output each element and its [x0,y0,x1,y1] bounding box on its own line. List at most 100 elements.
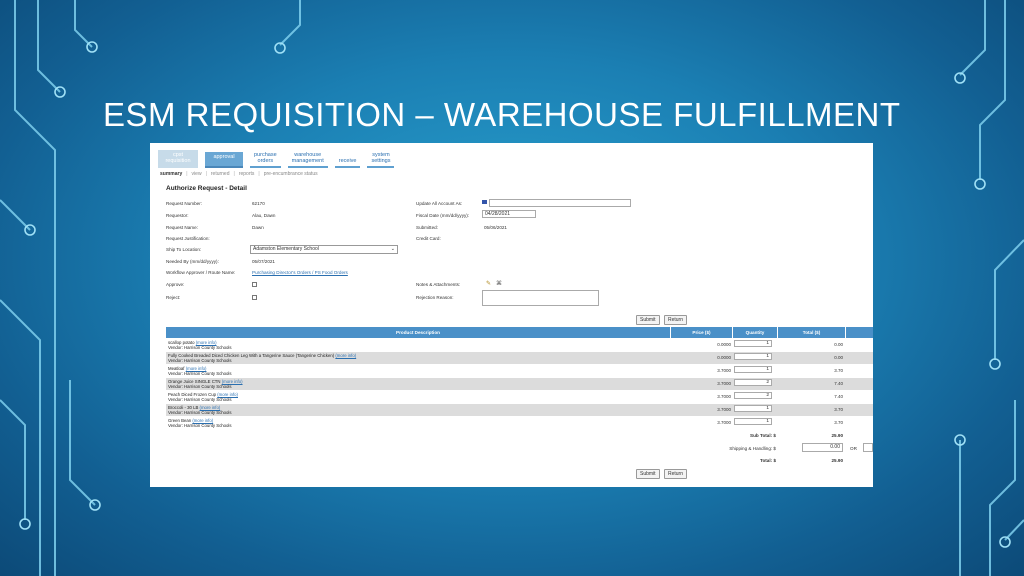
paperclip-icon[interactable]: ⌘ [496,280,502,287]
item-description: Meatloaf (more info) Vendor: Harrison Cou… [168,366,232,376]
item-vendor: Vendor: Harrison County Schools [168,410,232,415]
justification-label: Request Justification: [166,236,210,241]
ship-to-select[interactable]: Adamston Elementary School ⌄ [250,245,398,254]
update-account-input[interactable] [489,199,631,207]
workflow-label: Workflow Approver / Route Name: [166,270,236,275]
workflow-link[interactable]: Purchasing Director's Orders / PS Food O… [252,270,348,275]
credit-card-label: Credit Card: [416,236,441,241]
quantity-input[interactable]: 1 [734,405,772,412]
tab-system-settings[interactable]: system settings [367,150,395,168]
subnav-separator: | [205,171,207,177]
item-description: scallop potato (more info) Vendor: Harris… [168,340,232,350]
item-description: Fully Cooked Breaded Diced Chicken Leg W… [168,353,356,363]
subtab-view[interactable]: view [192,171,202,177]
reject-checkbox[interactable] [252,295,257,300]
item-description: Peach Diced Frozen Cup (more info) Vendor… [168,392,238,402]
needed-by-value: 05/07/2021 [252,259,275,264]
item-vendor: Vendor: Harrison County Schools [168,397,232,402]
item-total: 7.40 [834,394,843,399]
total-value: 25.90 [831,458,844,463]
rejection-reason-textarea[interactable] [482,290,599,306]
quantity-input[interactable]: 1 [734,353,772,360]
shipping-percent-input[interactable] [863,443,873,452]
update-account-label: Update All Account As: [416,201,463,206]
table-row: Green Bean (more info) Vendor: Harrison C… [166,417,873,429]
reject-label: Reject: [166,295,181,300]
subtab-reports[interactable]: reports [239,171,255,177]
total-label: Total: $ [760,458,776,463]
quantity-input[interactable]: 2 [734,379,772,386]
tab-purchase-orders[interactable]: purchase orders [250,150,281,168]
item-vendor: Vendor: Harrison County Schools [168,384,232,389]
item-vendor: Vendor: Harrison County Schools [168,358,232,363]
item-total: 3.70 [834,407,843,412]
quantity-input[interactable]: 2 [734,392,772,399]
subnav-separator: | [186,171,188,177]
item-price: 0.0000 [717,342,731,347]
header-price: Price ($) [671,327,733,338]
item-vendor: Vendor: Harrison County Schools [168,371,232,376]
item-total: 7.40 [834,381,843,386]
return-button-top[interactable]: Return [664,315,688,325]
notes-label: Notes & Attachments: [416,282,461,287]
more-info-link[interactable]: (more info) [335,353,356,358]
quantity-input[interactable]: 1 [734,366,772,373]
approve-checkbox[interactable] [252,282,257,287]
table-row: Orange Juice SINGLE CTN (more info) Vendo… [166,378,873,390]
request-name-label: Request Name: [166,225,198,230]
item-price: 3.7000 [717,420,731,425]
item-description: Orange Juice SINGLE CTN (more info) Vendo… [168,379,243,389]
table-header: Product Description Price ($) Quantity T… [166,327,873,338]
request-number-label: Request Number: [166,201,203,206]
table-row: Meatloaf (more info) Vendor: Harrison Cou… [166,365,873,377]
slide-title: ESM REQUISITION – WAREHOUSE FULFILLMENT [103,96,901,133]
item-vendor: Vendor: Harrison County Schools [168,345,232,350]
item-total: 0.00 [834,355,843,360]
item-vendor: Vendor: Harrison County Schools [168,423,232,428]
shipping-label: Shipping & Handling: $ [729,446,776,451]
page-title: Authorize Request - Detail [166,185,247,192]
table-row: Peach Diced Frozen Cup (more info) Vendor… [166,391,873,403]
item-description: Green Bean (more info) Vendor: Harrison C… [168,418,232,428]
submit-button-bottom[interactable]: Submit [636,469,660,479]
subtab-pre-encumbrance[interactable]: pre-encumbrance status [264,171,318,177]
subnav-separator: | [233,171,235,177]
table-row: Broccoli - 30 LB (more info) Vendor: Harr… [166,404,873,416]
tab-warehouse-management[interactable]: warehouse management [287,150,328,168]
item-price: 3.7000 [717,381,731,386]
request-name-value: Dawn [252,225,264,230]
item-total: 3.70 [834,420,843,425]
pencil-icon[interactable]: ✎ [486,280,491,287]
header-description: Product Description [166,327,671,338]
return-button-bottom[interactable]: Return [664,469,688,479]
subtotal-label: Sub Total: $ [750,433,776,438]
quantity-input[interactable]: 1 [734,418,772,425]
fiscal-date-input[interactable]: 04/28/2021 [482,210,536,218]
subnav-separator: | [258,171,260,177]
ship-to-value: Adamston Elementary School [253,246,319,252]
needed-by-label: Needed By (mm/dd/yyyy): [166,259,219,264]
tab-approval[interactable]: approval [205,152,243,168]
submitted-label: Submitted: [416,225,438,230]
tab-requisition[interactable]: cpst requisition [158,150,198,168]
approve-label: Approve: [166,282,185,287]
item-price: 3.7000 [717,407,731,412]
subtab-summary[interactable]: summary [160,171,182,177]
item-total: 0.00 [834,342,843,347]
submit-button-top[interactable]: Submit [636,315,660,325]
quantity-input[interactable]: 1 [734,340,772,347]
item-description: Broccoli - 30 LB (more info) Vendor: Harr… [168,405,232,415]
or-label: OR [850,446,857,451]
shipping-input[interactable]: 0.00 [802,443,843,452]
ship-to-label: Ship To Location: [166,247,202,252]
top-navigation: cpst requisition approval purchase order… [158,148,401,168]
sub-navigation: summary | view | returned | reports | pr… [160,171,318,177]
header-quantity: Quantity [733,327,778,338]
item-price: 3.7000 [717,394,731,399]
rejection-reason-label: Rejection Reason: [416,295,454,300]
request-number-value: 62170 [252,201,265,206]
table-row: scallop potato (more info) Vendor: Harris… [166,339,873,351]
tab-receive[interactable]: receive [334,156,361,168]
subtab-returned[interactable]: returned [211,171,230,177]
item-price: 0.0000 [717,355,731,360]
